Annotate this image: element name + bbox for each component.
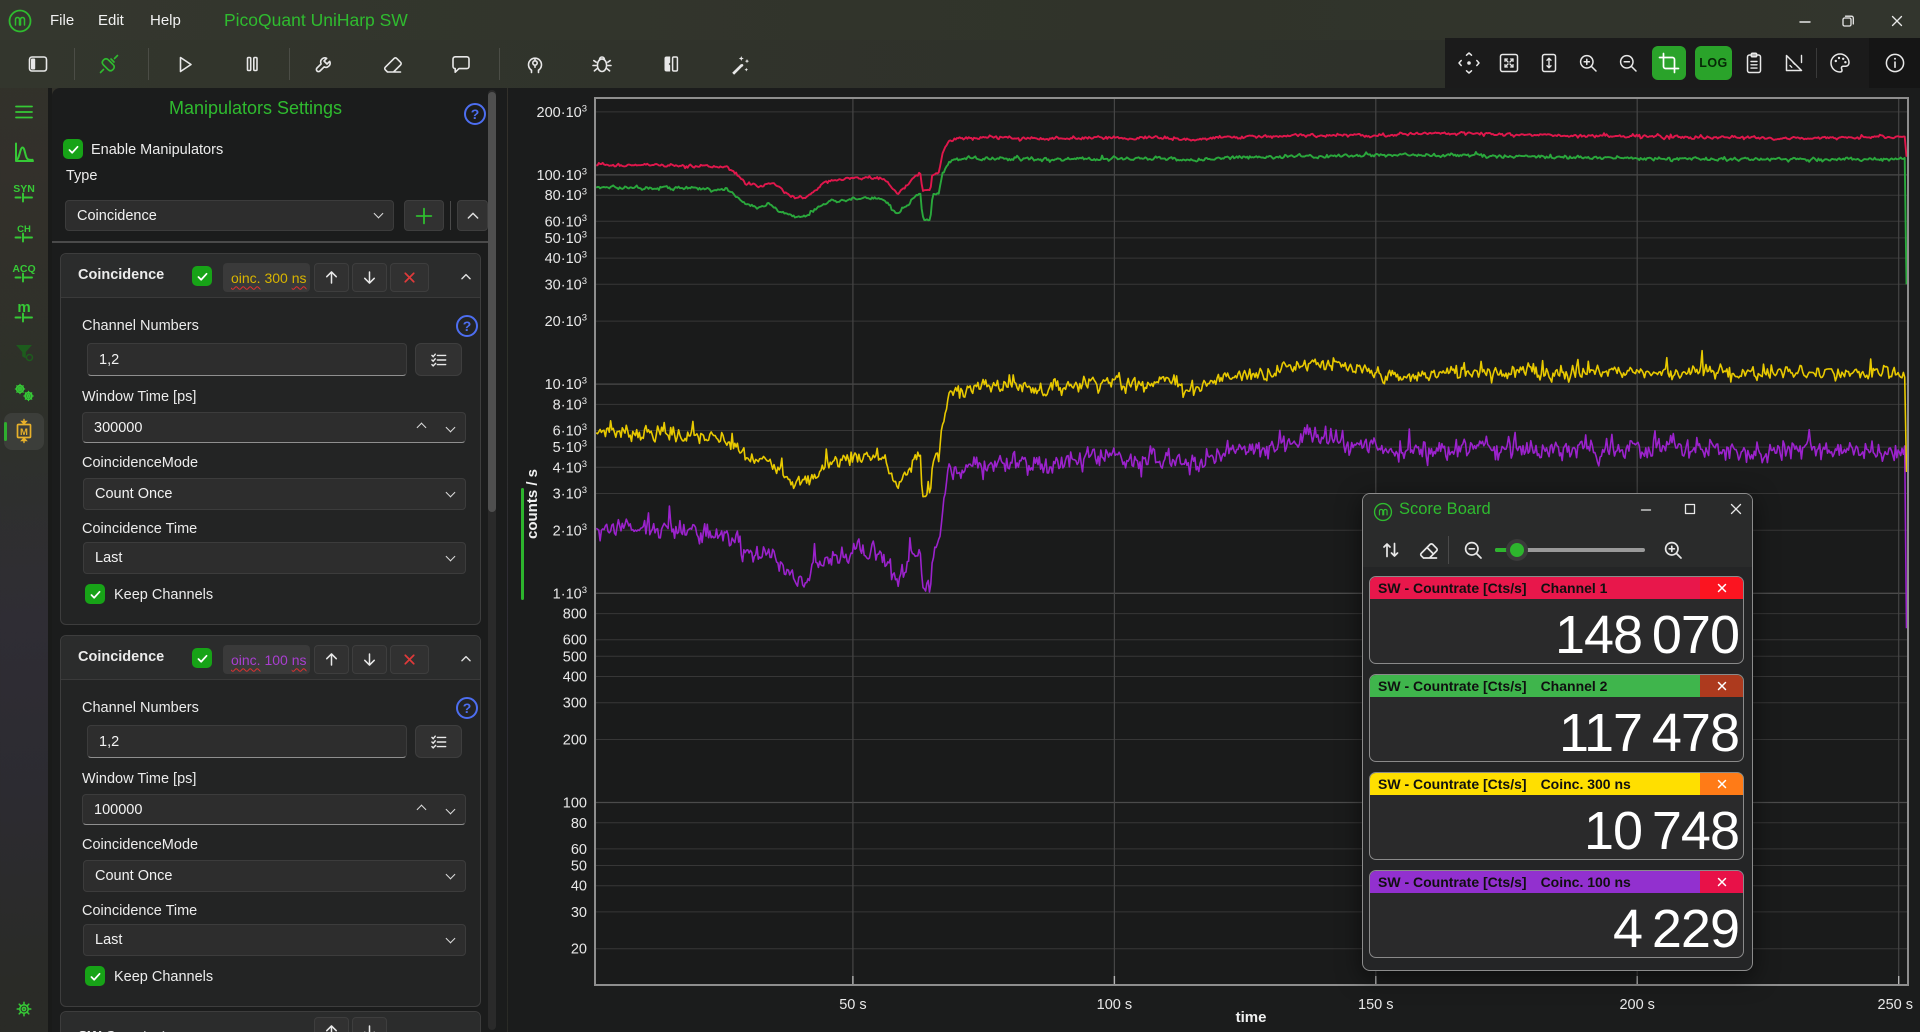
svg-text:100 s: 100 s	[1097, 997, 1132, 1013]
svg-text:counts / s: counts / s	[524, 469, 541, 539]
svg-text:30: 30	[571, 905, 587, 921]
svg-text:600: 600	[563, 633, 587, 649]
svg-text:80·103: 80·103	[545, 187, 587, 205]
svg-text:800: 800	[563, 607, 587, 623]
svg-text:80: 80	[571, 816, 587, 832]
svg-text:ACQ: ACQ	[12, 263, 35, 275]
svg-text:100: 100	[563, 796, 587, 812]
svg-text:30·103: 30·103	[545, 276, 587, 294]
svg-text:200: 200	[563, 733, 587, 749]
svg-text:60: 60	[571, 842, 587, 858]
svg-text:20: 20	[571, 942, 587, 958]
svg-text:60·103: 60·103	[545, 213, 587, 231]
svg-text:50: 50	[571, 859, 587, 875]
svg-text:50·103: 50·103	[545, 229, 587, 247]
svg-text:150 s: 150 s	[1358, 997, 1393, 1013]
svg-text:m: m	[17, 300, 30, 316]
svg-text:40·103: 40·103	[545, 250, 587, 268]
svg-text:200 s: 200 s	[1619, 997, 1654, 1013]
svg-text:50 s: 50 s	[839, 997, 866, 1013]
svg-text:10·103: 10·103	[545, 376, 587, 394]
svg-text:100·103: 100·103	[537, 166, 587, 184]
svg-text:M: M	[20, 427, 28, 438]
svg-text:CH: CH	[17, 224, 31, 235]
svg-text:400: 400	[563, 670, 587, 686]
svg-text:20·103: 20·103	[545, 313, 587, 331]
svg-text:40: 40	[571, 879, 587, 895]
svg-text:300: 300	[563, 696, 587, 712]
svg-text:SYN: SYN	[13, 183, 35, 195]
svg-text:250 s: 250 s	[1878, 997, 1913, 1013]
svg-text:time: time	[1236, 1009, 1267, 1026]
svg-text:200·103: 200·103	[537, 103, 587, 121]
svg-text:500: 500	[563, 649, 587, 665]
